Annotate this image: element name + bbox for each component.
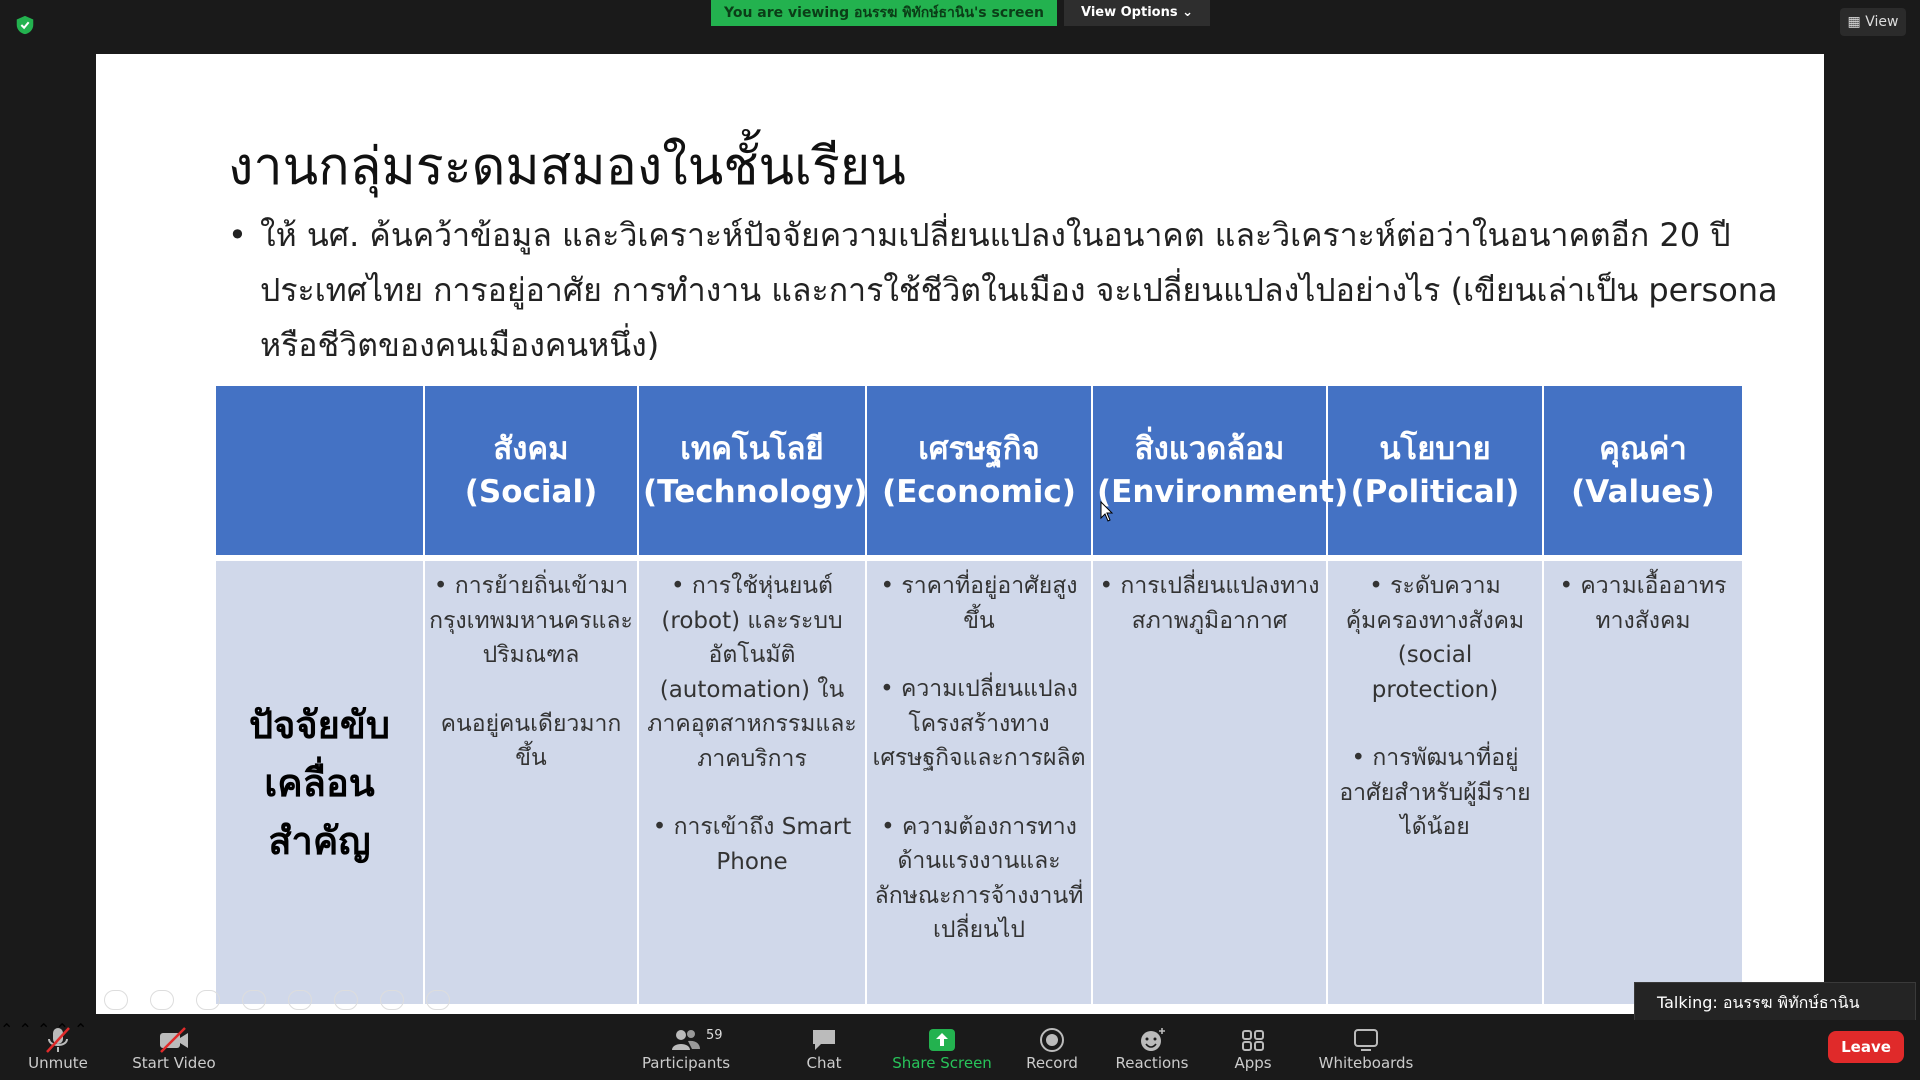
audio-options-caret-icon[interactable]: ⌃ <box>0 1020 13 1039</box>
participants-label: Participants <box>641 1054 731 1072</box>
apps-icon <box>1226 1020 1280 1054</box>
smiley-icon <box>1112 1020 1192 1054</box>
cell-environment: • การเปลี่ยนแปลงทางสภาพภูมิอากาศ <box>1092 558 1328 1004</box>
view-button[interactable]: ▦ View <box>1840 8 1906 36</box>
row-header: ปัจจัยขับเคลื่อนสำคัญ <box>216 558 425 1004</box>
apps-label: Apps <box>1234 1054 1272 1072</box>
next-slide-icon[interactable] <box>150 990 174 1010</box>
microphone-muted-icon <box>22 1020 94 1054</box>
view-options-button[interactable]: View Options ⌄ <box>1064 0 1210 26</box>
cell-social: • การย้ายถิ่นเข้ามากรุงเทพมหานครและปริมณ… <box>424 558 639 1004</box>
record-label: Record <box>1026 1054 1078 1072</box>
bullet-text: ให้ นศ. ค้นคว้าข้อมูล และวิเคราะห์ปัจจัย… <box>260 216 1778 364</box>
column-header-technology: เทคโนโลยี (Technology) <box>638 386 868 561</box>
slide-bullet: • ให้ นศ. ค้นคว้าข้อมูล และวิเคราะห์ปัจจ… <box>228 208 1788 373</box>
subtitles-icon[interactable] <box>334 990 358 1010</box>
security-shield-icon[interactable] <box>14 14 36 36</box>
chat-icon <box>794 1020 854 1054</box>
meeting-toolbar: Unmute ⌃ Start Video ⌃ Participants 59 ⌃… <box>0 1020 1920 1080</box>
list-item: • การย้ายถิ่นเข้ามากรุงเทพมหานครและปริมณ… <box>429 573 633 668</box>
whiteboard-icon <box>1314 1020 1418 1054</box>
view-button-label: View <box>1865 14 1899 30</box>
list-item: • ระดับความคุ้มครองทางสังคม (social prot… <box>1345 573 1525 703</box>
list-item: • การเปลี่ยนแปลงทางสภาพภูมิอากาศ <box>1099 573 1320 634</box>
list-item: • ราคาที่อยู่อาศัยสูงขึ้น <box>880 573 1078 634</box>
whiteboards-label: Whiteboards <box>1318 1054 1414 1072</box>
share-screen-button[interactable]: Share Screen <box>892 1020 992 1080</box>
video-off-icon <box>130 1020 218 1054</box>
column-header-social: สังคม (Social) <box>424 386 639 561</box>
chat-label: Chat <box>806 1054 842 1072</box>
camera-icon[interactable] <box>380 990 404 1010</box>
record-button[interactable]: Record <box>1020 1020 1084 1080</box>
column-header-values: คุณค่า (Values) <box>1543 386 1742 561</box>
column-header-environment: สิ่งแวดล้อม (Environment) <box>1092 386 1348 561</box>
column-header-political: นโยบาย (Political) <box>1327 386 1544 561</box>
list-item: • การเข้าถึง Smart Phone <box>652 814 852 875</box>
viewing-banner: You are viewing อนรรฆ พิทักษ์ธานิน's scr… <box>711 0 1057 26</box>
list-item: คนอยู่คนเดียวมากขึ้น <box>440 710 622 772</box>
cell-technology: • การใช้หุ่นยนต์ (robot) และระบบอัตโนมัต… <box>638 558 867 1004</box>
cell-values: • ความเอื้ออาทรทางสังคม <box>1543 558 1742 1004</box>
table-header-row: สังคม (Social) เทคโนโลยี (Technology) เศรษ… <box>216 386 1742 561</box>
bullet-dot: • <box>228 216 247 254</box>
previous-slide-icon[interactable] <box>104 990 128 1010</box>
start-video-button[interactable]: Start Video <box>130 1020 218 1080</box>
slide-title: งานกลุ่มระดมสมองในชั้นเรียน <box>228 137 906 197</box>
participants-count: 59 <box>706 1028 723 1043</box>
grid-icon: ▦ <box>1847 14 1861 30</box>
unmute-label: Unmute <box>28 1054 88 1072</box>
record-icon <box>1020 1020 1084 1054</box>
leave-button[interactable]: Leave <box>1828 1031 1904 1063</box>
talking-indicator: Talking: อนรรฆ พิทักษ์ธานิน <box>1634 982 1916 1022</box>
zoom-icon[interactable] <box>288 990 312 1010</box>
column-header-economic: เศรษฐกิจ (Economic) <box>866 386 1093 561</box>
cell-political: • ระดับความคุ้มครองทางสังคม (social prot… <box>1327 558 1544 1004</box>
drivers-table: สังคม (Social) เทคโนโลยี (Technology) เศรษ… <box>216 386 1742 1004</box>
reactions-label: Reactions <box>1115 1054 1189 1072</box>
top-bar: You are viewing อนรรฆ พิทักษ์ธานิน's scr… <box>0 0 1920 54</box>
table-row: ปัจจัยขับเคลื่อนสำคัญ • การย้ายถิ่นเข้าม… <box>216 558 1742 1004</box>
list-item: • ความเอื้ออาทรทางสังคม <box>1559 573 1727 634</box>
shared-screen: งานกลุ่มระดมสมองในชั้นเรียน • ให้ นศ. ค้… <box>96 54 1824 1014</box>
more-icon[interactable] <box>426 990 450 1010</box>
reactions-button[interactable]: Reactions <box>1112 1020 1192 1080</box>
apps-button[interactable]: Apps <box>1226 1020 1280 1080</box>
share-screen-icon <box>892 1020 992 1054</box>
whiteboards-button[interactable]: Whiteboards <box>1314 1020 1418 1080</box>
list-item: • การใช้หุ่นยนต์ (robot) และระบบอัตโนมัต… <box>647 573 857 772</box>
mouse-cursor-icon <box>1100 501 1114 522</box>
list-item: • ความต้องการทางด้านแรงงานและลักษณะการจ้… <box>874 813 1084 944</box>
list-item: • การพัฒนาที่อยู่อาศัยสำหรับผู้มีรายได้น… <box>1339 745 1531 840</box>
unmute-button[interactable]: Unmute <box>22 1020 94 1080</box>
slides-icon[interactable] <box>242 990 266 1010</box>
list-item: • ความเปลี่ยนแปลงโครงสร้างทางเศรษฐกิจและ… <box>872 676 1086 771</box>
pen-icon[interactable] <box>196 990 220 1010</box>
cell-economic: • ราคาที่อยู่อาศัยสูงขึ้น • ความเปลี่ยนแ… <box>866 558 1093 1004</box>
slide-annotation-toolbar <box>104 990 450 1010</box>
chat-button[interactable]: Chat <box>794 1020 854 1080</box>
table-corner-cell <box>216 386 425 561</box>
start-video-label: Start Video <box>132 1054 216 1072</box>
share-screen-label: Share Screen <box>892 1054 992 1072</box>
